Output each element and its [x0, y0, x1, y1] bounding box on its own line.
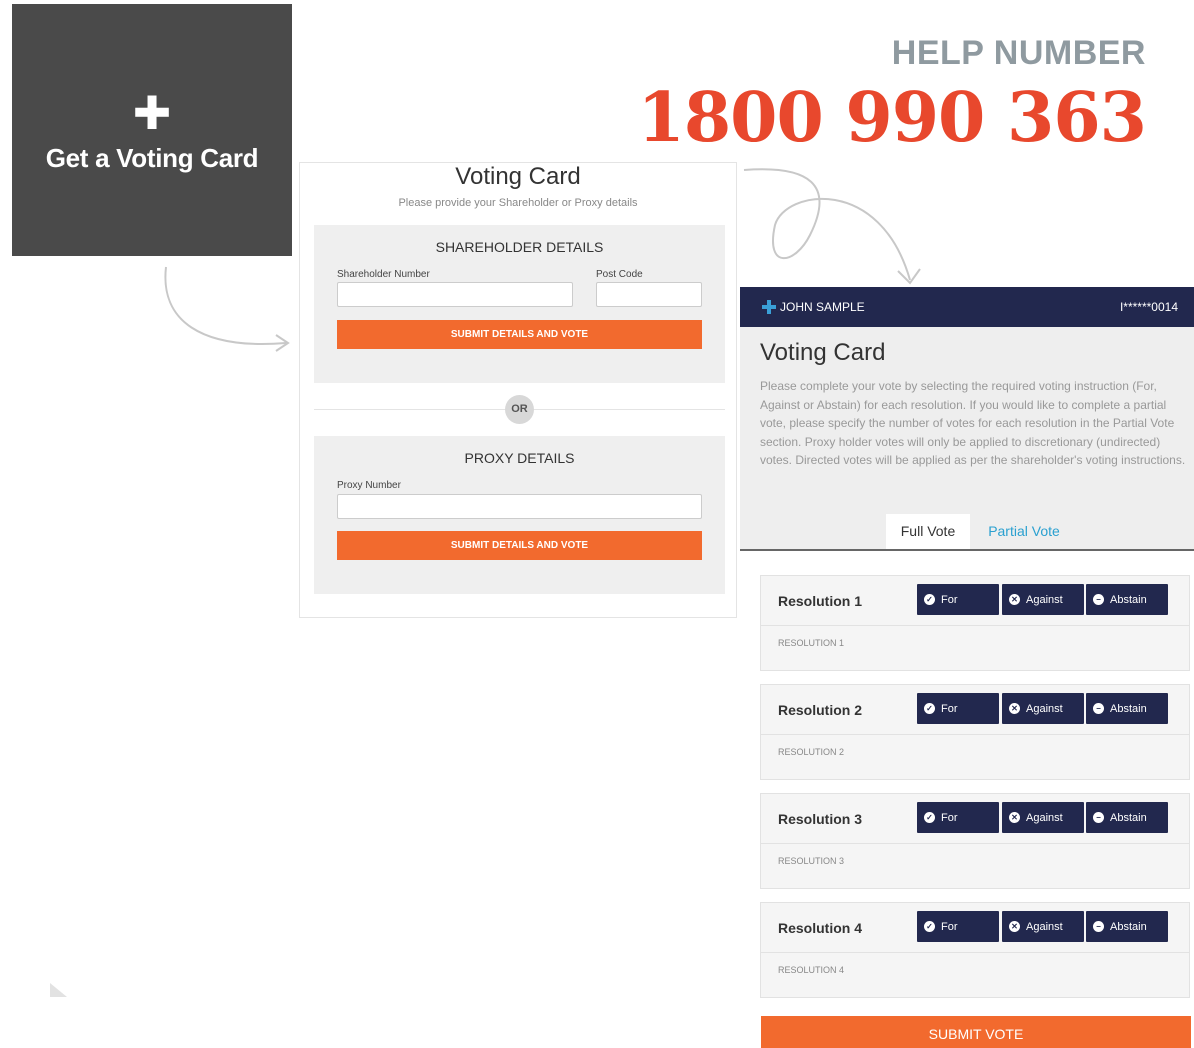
voting-card-header: JOHN SAMPLE I******0014	[740, 287, 1194, 327]
resolution-header: Resolution 3 ✓ For ✕ Against − Abstain	[761, 794, 1189, 844]
vote-against-button[interactable]: ✕ Against	[1002, 584, 1084, 615]
account-number: I******0014	[1119, 300, 1178, 314]
vote-against-label: Against	[1026, 702, 1063, 715]
user-name-group: JOHN SAMPLE	[762, 300, 865, 314]
vote-against-label: Against	[1026, 920, 1063, 933]
vote-abstain-label: Abstain	[1110, 920, 1147, 933]
resolution-title: Resolution 1	[778, 593, 863, 609]
resolution-subtitle: RESOLUTION 4	[778, 965, 845, 975]
check-icon: ✓	[924, 921, 935, 932]
minus-circle-icon: −	[1093, 703, 1104, 714]
tab-partial-vote[interactable]: Partial Vote	[976, 514, 1072, 550]
shareholder-panel-title: SHAREHOLDER DETAILS	[435, 239, 604, 255]
cross-logo-icon	[762, 300, 776, 314]
post-code-input[interactable]	[596, 282, 702, 307]
arrow-to-form-icon	[164, 266, 290, 352]
resolution-row: Resolution 3 ✓ For ✕ Against − Abstain RESO…	[760, 793, 1190, 889]
x-circle-icon: ✕	[1009, 921, 1020, 932]
voting-card-title: Voting Card	[760, 339, 886, 366]
vote-against-label: Against	[1026, 811, 1063, 824]
arrow-to-card-icon	[743, 168, 921, 285]
form-title: Voting Card	[455, 163, 581, 190]
vote-for-label: For	[941, 920, 958, 933]
proxy-submit-button[interactable]: SUBMIT DETAILS AND VOTE	[337, 531, 702, 560]
vote-abstain-button[interactable]: − Abstain	[1086, 584, 1168, 615]
vote-for-button[interactable]: ✓ For	[917, 693, 999, 724]
resolution-row: Resolution 2 ✓ For ✕ Against − Abstain RESO…	[760, 684, 1190, 780]
tab-full-vote[interactable]: Full Vote	[886, 514, 970, 550]
resolution-subtitle: RESOLUTION 3	[778, 856, 845, 866]
vote-abstain-button[interactable]: − Abstain	[1086, 802, 1168, 833]
voting-card-description: Please complete your vote by selecting t…	[760, 379, 1186, 467]
check-icon: ✓	[924, 703, 935, 714]
resolution-header: Resolution 1 ✓ For ✕ Against − Abstain	[761, 576, 1189, 626]
resolution-row: Resolution 1 ✓ For ✕ Against − Abstain RESO…	[760, 575, 1190, 671]
vote-abstain-label: Abstain	[1110, 702, 1147, 715]
minus-circle-icon: −	[1093, 812, 1104, 823]
minus-circle-icon: −	[1093, 921, 1104, 932]
vote-abstain-button[interactable]: − Abstain	[1086, 911, 1168, 942]
vote-abstain-label: Abstain	[1110, 593, 1147, 606]
vote-abstain-button[interactable]: − Abstain	[1086, 693, 1168, 724]
or-badge: OR	[505, 395, 534, 424]
proxy-panel-title: PROXY DETAILS	[464, 450, 575, 466]
vote-against-button[interactable]: ✕ Against	[1002, 911, 1084, 942]
resolution-title: Resolution 3	[778, 811, 863, 827]
vote-against-button[interactable]: ✕ Against	[1002, 802, 1084, 833]
vote-against-button[interactable]: ✕ Against	[1002, 693, 1084, 724]
corner-fold-icon	[50, 983, 67, 997]
vote-for-button[interactable]: ✓ For	[917, 802, 999, 833]
resolution-subtitle: RESOLUTION 1	[778, 638, 845, 648]
get-voting-card-label: Get a Voting Card	[45, 142, 259, 173]
check-icon: ✓	[924, 594, 935, 605]
post-code-label: Post Code	[596, 269, 643, 280]
vote-for-label: For	[941, 811, 958, 824]
voting-card-panel: JOHN SAMPLE I******0014 Voting Card Plea…	[740, 287, 1194, 1048]
proxy-panel: PROXY DETAILS Proxy Number SUBMIT DETAIL…	[314, 436, 725, 594]
check-icon: ✓	[924, 812, 935, 823]
resolution-header: Resolution 4 ✓ For ✕ Against − Abstain	[761, 903, 1189, 953]
x-circle-icon: ✕	[1009, 703, 1020, 714]
resolution-title: Resolution 2	[778, 702, 863, 718]
vote-abstain-label: Abstain	[1110, 811, 1147, 824]
resolution-title: Resolution 4	[778, 920, 863, 936]
form-subtitle: Please provide your Shareholder or Proxy…	[398, 197, 638, 209]
proxy-number-input[interactable]	[337, 494, 702, 519]
tab-underline	[740, 549, 1194, 551]
help-number: 1800 990 363	[637, 78, 1147, 158]
vote-for-button[interactable]: ✓ For	[917, 911, 999, 942]
proxy-number-label: Proxy Number	[337, 480, 401, 491]
resolution-subtitle: RESOLUTION 2	[778, 747, 845, 757]
get-voting-card-button[interactable]: ✚ Get a Voting Card	[12, 4, 292, 256]
plus-icon: ✚	[132, 86, 172, 139]
shareholder-number-input[interactable]	[337, 282, 573, 307]
voting-card-login-form: Voting Card Please provide your Sharehol…	[299, 162, 737, 618]
shareholder-number-label: Shareholder Number	[337, 269, 430, 280]
submit-vote-button[interactable]: SUBMIT VOTE	[761, 1016, 1191, 1048]
x-circle-icon: ✕	[1009, 812, 1020, 823]
vote-for-label: For	[941, 702, 958, 715]
x-circle-icon: ✕	[1009, 594, 1020, 605]
vote-against-label: Against	[1026, 593, 1063, 606]
resolution-header: Resolution 2 ✓ For ✕ Against − Abstain	[761, 685, 1189, 735]
help-number-title: HELP NUMBER	[891, 34, 1146, 72]
shareholder-submit-button[interactable]: SUBMIT DETAILS AND VOTE	[337, 320, 702, 349]
vote-for-button[interactable]: ✓ For	[917, 584, 999, 615]
resolution-row: Resolution 4 ✓ For ✕ Against − Abstain RESO…	[760, 902, 1190, 998]
user-name: JOHN SAMPLE	[780, 300, 865, 314]
vote-for-label: For	[941, 593, 958, 606]
minus-circle-icon: −	[1093, 594, 1104, 605]
shareholder-panel: SHAREHOLDER DETAILS Shareholder Number P…	[314, 225, 725, 383]
